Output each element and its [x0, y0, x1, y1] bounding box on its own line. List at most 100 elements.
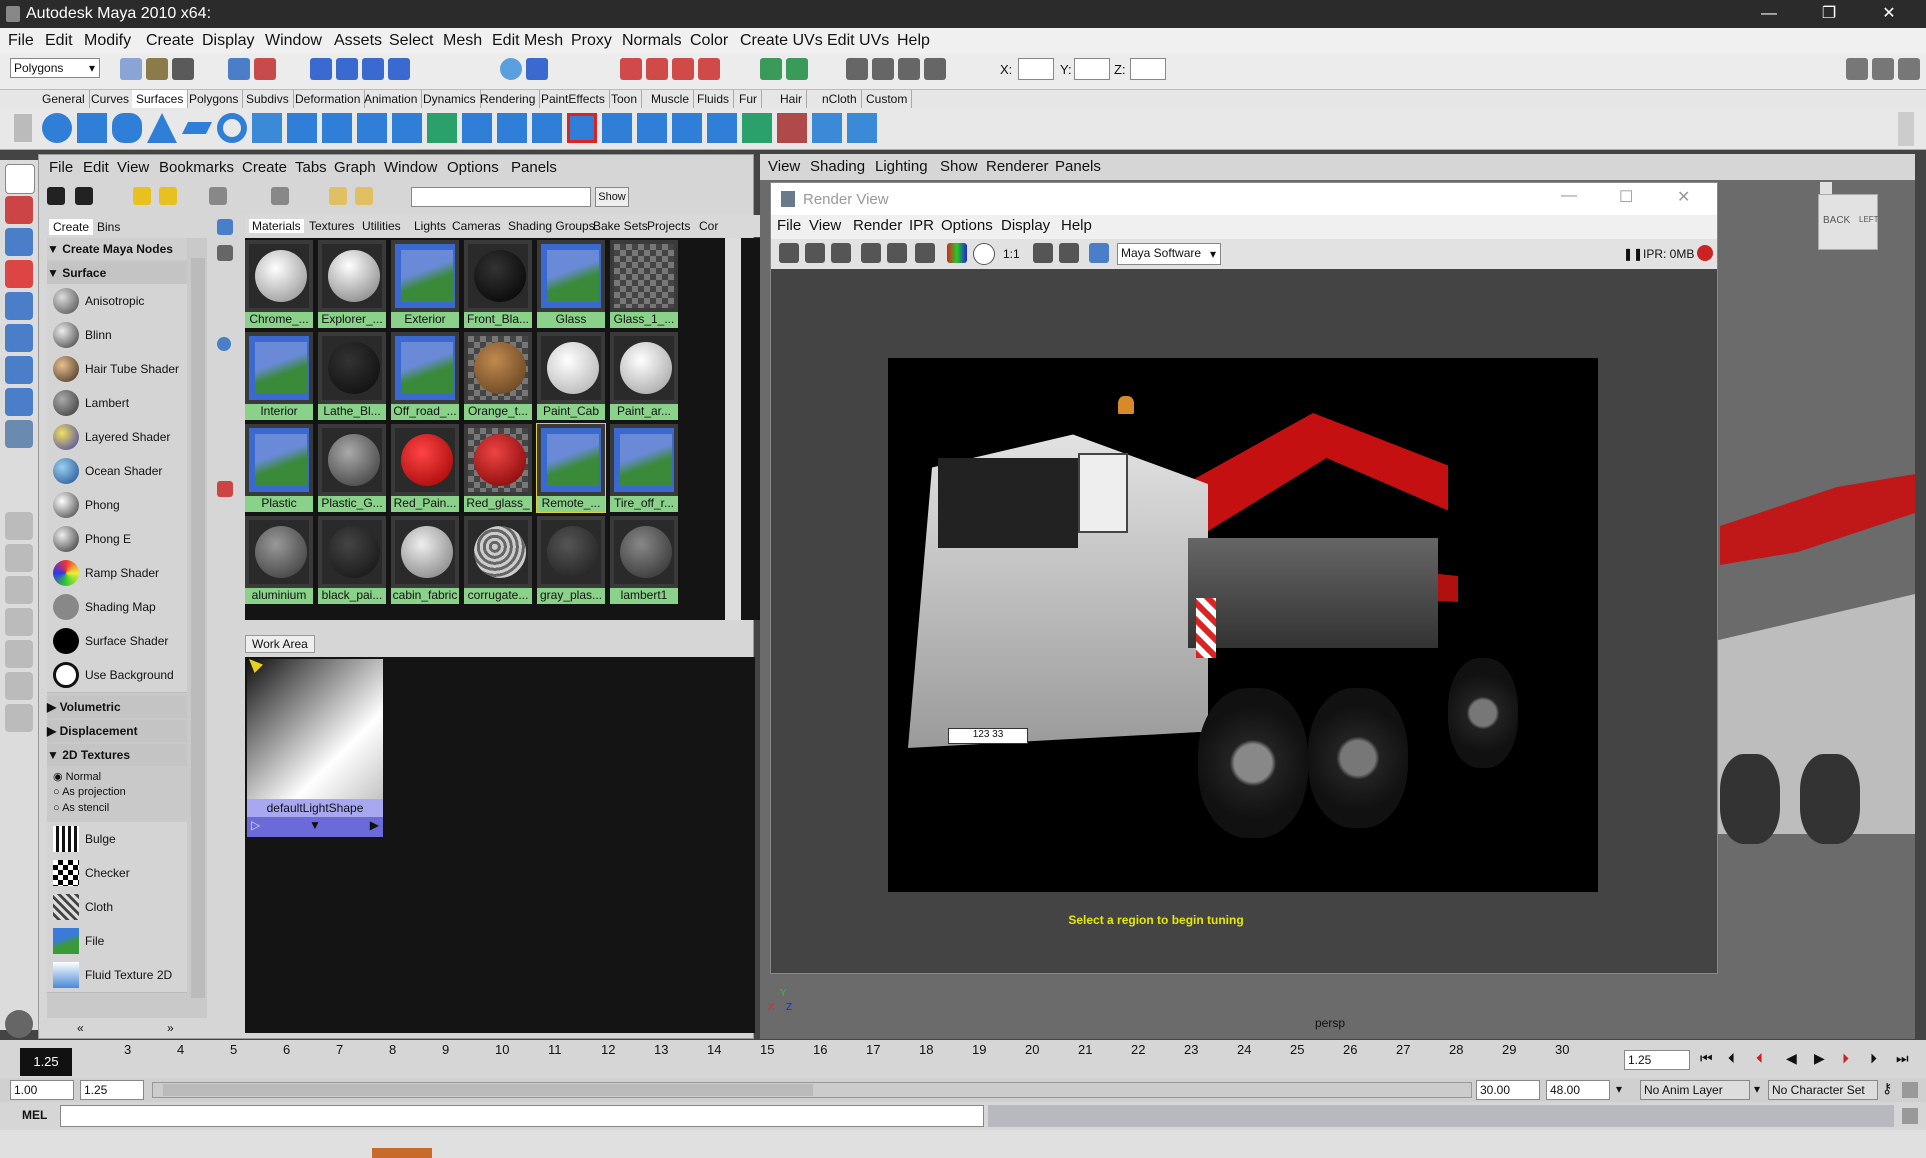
- loft-icon[interactable]: [322, 113, 352, 143]
- display-icon[interactable]: [1089, 243, 1109, 263]
- graph-up-icon[interactable]: [217, 481, 233, 497]
- material-swatch[interactable]: Explorer_...: [318, 240, 386, 328]
- tab-bake-sets[interactable]: Bake Sets: [593, 219, 648, 233]
- render-settings-icon[interactable]: [898, 58, 920, 80]
- material-swatch[interactable]: aluminium: [245, 516, 313, 604]
- alpha-channel-icon[interactable]: [973, 243, 995, 265]
- output-port-icon[interactable]: ▶: [370, 818, 379, 832]
- menu-assets[interactable]: Assets: [334, 32, 382, 50]
- vp-menu-renderer[interactable]: Renderer: [986, 158, 1049, 175]
- node-blinn[interactable]: Blinn: [47, 318, 187, 353]
- material-swatch[interactable]: Red_glass_: [464, 424, 532, 512]
- rv-menu-view[interactable]: View: [809, 217, 841, 234]
- tab-bins[interactable]: Bins: [93, 219, 124, 235]
- shelf-tab-fluids[interactable]: Fluids: [693, 90, 735, 108]
- shelf-menu-icon[interactable]: [14, 114, 32, 142]
- mel-label[interactable]: MEL: [22, 1108, 47, 1122]
- hs-menu-edit[interactable]: Edit: [83, 159, 109, 176]
- y-field[interactable]: [1074, 58, 1110, 80]
- home-icon[interactable]: [1820, 182, 1832, 194]
- menu-create-uvs[interactable]: Create UVs: [740, 32, 823, 50]
- shelf-tab-curves[interactable]: Curves: [87, 90, 135, 108]
- material-swatch[interactable]: Off_road_...: [391, 332, 459, 420]
- step-forward-key-icon[interactable]: ⏵: [1842, 1050, 1849, 1067]
- character-set-dropdown[interactable]: No Character Set: [1768, 1080, 1878, 1100]
- graph-network-icon[interactable]: [271, 187, 289, 205]
- menu-help[interactable]: Help: [897, 32, 930, 50]
- node-checker[interactable]: Checker: [47, 856, 187, 891]
- magnet-icon[interactable]: [620, 58, 642, 80]
- displacement-section[interactable]: ▶ Displacement: [47, 720, 187, 742]
- last-tool-icon[interactable]: [5, 420, 33, 448]
- viewcube[interactable]: BACK LEFT: [1818, 194, 1879, 250]
- script-editor-icon[interactable]: [1902, 1108, 1918, 1124]
- maximize-button[interactable]: ❐: [1800, 0, 1858, 28]
- menu-normals[interactable]: Normals: [622, 32, 682, 50]
- renderer-dropdown[interactable]: Maya Software ▾: [1117, 243, 1221, 265]
- menu-proxy[interactable]: Proxy: [571, 32, 612, 50]
- extrude-icon[interactable]: [392, 113, 422, 143]
- z-field[interactable]: [1130, 58, 1166, 80]
- manipulator-icon[interactable]: [5, 356, 33, 384]
- material-swatch[interactable]: Tire_off_r...: [610, 424, 678, 512]
- command-input[interactable]: [60, 1105, 984, 1127]
- soft-mod-icon[interactable]: [5, 388, 33, 416]
- shelf-tab-deformation[interactable]: Deformation: [291, 90, 366, 108]
- snapshot-icon[interactable]: [831, 243, 851, 263]
- material-swatch[interactable]: Interior: [245, 332, 313, 420]
- material-swatch[interactable]: Red_Pain...: [391, 424, 459, 512]
- magnet-icon[interactable]: [698, 58, 720, 80]
- attach-icon[interactable]: [637, 113, 667, 143]
- rgb-channel-icon[interactable]: [947, 243, 967, 263]
- sphere-icon[interactable]: [500, 58, 522, 80]
- shelf-tab-polygons[interactable]: Polygons: [185, 90, 244, 108]
- snap-point-icon[interactable]: [362, 58, 384, 80]
- rv-close-button[interactable]: ✕: [1677, 187, 1690, 207]
- rv-maximize-button[interactable]: ☐: [1619, 187, 1633, 207]
- anim-layer-dropdown[interactable]: No Anim Layer: [1640, 1080, 1750, 1100]
- tab-create[interactable]: Create: [49, 219, 94, 235]
- shelf-tab-subdivs[interactable]: Subdivs: [242, 90, 294, 108]
- material-swatch[interactable]: Paint_Cab: [537, 332, 605, 420]
- shelf-tab-toon[interactable]: Toon: [607, 90, 643, 108]
- material-swatch[interactable]: Exterior: [391, 240, 459, 328]
- hs-menu-create[interactable]: Create: [242, 159, 287, 176]
- node-lambert[interactable]: Lambert: [47, 386, 187, 421]
- layout-menu-icon[interactable]: [5, 704, 33, 732]
- arrow-right-icon[interactable]: [159, 187, 177, 205]
- snap-curve-icon[interactable]: [336, 58, 358, 80]
- chevron-down-icon[interactable]: ▾: [1616, 1082, 1622, 1096]
- menu-color[interactable]: Color: [690, 32, 728, 50]
- material-swatch[interactable]: lambert1: [610, 516, 678, 604]
- material-swatch[interactable]: Plastic: [245, 424, 313, 512]
- time-slider[interactable]: 1.25 3 4 5 6 7 8 9 10 11 12 13 14 15 16 …: [0, 1040, 1926, 1078]
- material-swatch[interactable]: Remote_...: [536, 423, 606, 513]
- light-node-ports[interactable]: ▷ ▼ ▶: [247, 817, 383, 837]
- range-bar[interactable]: [152, 1082, 1472, 1098]
- shelf-tab-dynamics[interactable]: Dynamics: [419, 90, 481, 108]
- tab-utilities[interactable]: Utilities: [362, 219, 401, 233]
- volumetric-section[interactable]: ▶ Volumetric: [47, 696, 187, 718]
- menu-set-dropdown[interactable]: Polygons ▾: [10, 58, 100, 78]
- material-swatch[interactable]: Glass: [537, 240, 605, 328]
- close-button[interactable]: ✕: [1860, 0, 1918, 28]
- input-port-icon[interactable]: ▷: [251, 818, 260, 832]
- trim-tool-icon[interactable]: [567, 113, 597, 143]
- node-hair-tube-shader[interactable]: Hair Tube Shader: [47, 352, 187, 387]
- single-pane-layout-icon[interactable]: [5, 512, 33, 540]
- detach-icon[interactable]: [672, 113, 702, 143]
- play-forward-icon[interactable]: ▶: [1814, 1050, 1825, 1067]
- render-frame-icon[interactable]: [846, 58, 868, 80]
- outliner-layout-icon[interactable]: [5, 608, 33, 636]
- menu-select[interactable]: Select: [389, 32, 433, 50]
- rv-menu-options[interactable]: Options: [941, 217, 993, 234]
- remove-image-icon[interactable]: [1059, 243, 1079, 263]
- keep-image-icon[interactable]: [1033, 243, 1053, 263]
- output-ops-icon[interactable]: [786, 58, 808, 80]
- menu-edit-uvs[interactable]: Edit UVs: [827, 32, 889, 50]
- input-ops-icon[interactable]: [760, 58, 782, 80]
- material-swatch[interactable]: Lathe_Bl...: [318, 332, 386, 420]
- shelf-tab-custom[interactable]: Custom: [862, 90, 913, 108]
- material-swatch[interactable]: cabin_fabric: [391, 516, 459, 604]
- hs-menu-tabs[interactable]: Tabs: [295, 159, 327, 176]
